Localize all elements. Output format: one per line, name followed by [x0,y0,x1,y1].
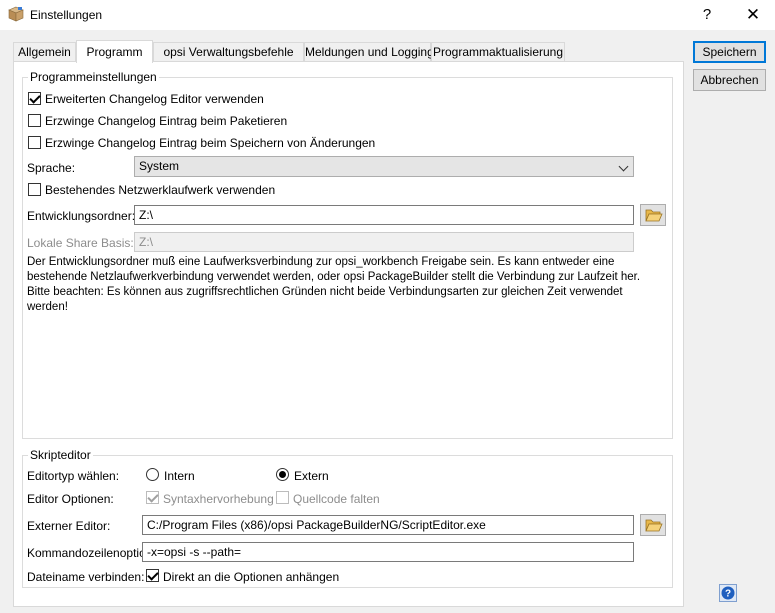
external-editor-label: Externer Editor: [27,519,111,533]
force-changelog-pack-checkbox[interactable] [28,114,41,127]
cmdline-input[interactable]: -x=opsi -s --path= [142,542,634,562]
folder-open-icon [645,209,663,222]
title-bar: Einstellungen ? ✕ [0,0,775,30]
force-changelog-pack-label: Erzwinge Changelog Eintrag beim Paketier… [45,114,288,128]
tab-allgemein[interactable]: Allgemein [13,42,76,61]
code-folding-checkbox [276,491,289,504]
editor-extern-label: Extern [294,469,329,483]
share-base-input: Z:\ [134,232,634,252]
chevron-down-icon [618,161,629,172]
cancel-button[interactable]: Abbrechen [693,69,766,91]
save-button[interactable]: Speichern [693,41,766,63]
close-button[interactable]: ✕ [730,0,775,30]
help-icon[interactable]: ? [719,584,737,602]
cmdline-label: Kommandozeilenoption: [27,546,156,560]
dev-folder-label: Entwicklungsordner: [27,209,136,223]
editor-intern-radio[interactable] [146,468,159,481]
share-base-label: Lokale Share Basis: [27,236,134,250]
help-button[interactable]: ? [684,0,730,30]
syntax-highlight-checkbox [146,491,159,504]
svg-text:?: ? [725,589,731,600]
network-drive-label: Bestehendes Netzwerklaufwerk verwenden [45,183,276,197]
syntax-highlight-label: Syntaxhervorhebung [163,492,274,506]
changelog-editor-checkbox[interactable] [28,92,41,105]
force-changelog-save-checkbox[interactable] [28,136,41,149]
program-settings-legend: Programmeinstellungen [28,70,159,84]
network-drive-checkbox[interactable] [28,183,41,196]
window-title: Einstellungen [30,8,103,22]
append-filename-option-label: Direkt an die Optionen anhängen [163,570,340,584]
language-value: System [139,159,180,173]
package-box-icon [8,6,24,22]
code-folding-label: Quellcode falten [293,492,380,506]
editor-extern-radio[interactable] [276,468,289,481]
tab-opsi-verwaltungsbefehle[interactable]: opsi Verwaltungsbefehle [153,42,304,61]
editor-options-label: Editor Optionen: [27,492,114,506]
dev-folder-description: Der Entwicklungsordner muß eine Laufwerk… [27,256,641,313]
script-editor-legend: Skripteditor [28,448,93,462]
append-filename-checkbox[interactable] [146,569,159,582]
external-editor-input[interactable]: C:/Program Files (x86)/opsi PackageBuild… [142,515,634,535]
force-changelog-save-label: Erzwinge Changelog Eintrag beim Speicher… [45,136,376,150]
tab-programm[interactable]: Programm [76,40,153,63]
tab-meldungen-logging[interactable]: Meldungen und Logging [304,42,434,61]
language-label: Sprache: [27,161,76,175]
editor-intern-label: Intern [164,469,195,483]
dev-folder-input[interactable]: Z:\ [134,205,634,225]
external-editor-browse-button[interactable] [640,514,666,536]
editor-type-label: Editortyp wählen: [27,469,120,483]
tab-programmaktualisierung[interactable]: Programmaktualisierung [431,42,565,61]
dev-folder-browse-button[interactable] [640,204,666,226]
folder-open-icon [645,519,663,532]
changelog-editor-label: Erweiterten Changelog Editor verwenden [45,92,264,106]
filename-join-label: Dateiname verbinden: [27,570,145,584]
language-select[interactable]: System [134,156,634,177]
